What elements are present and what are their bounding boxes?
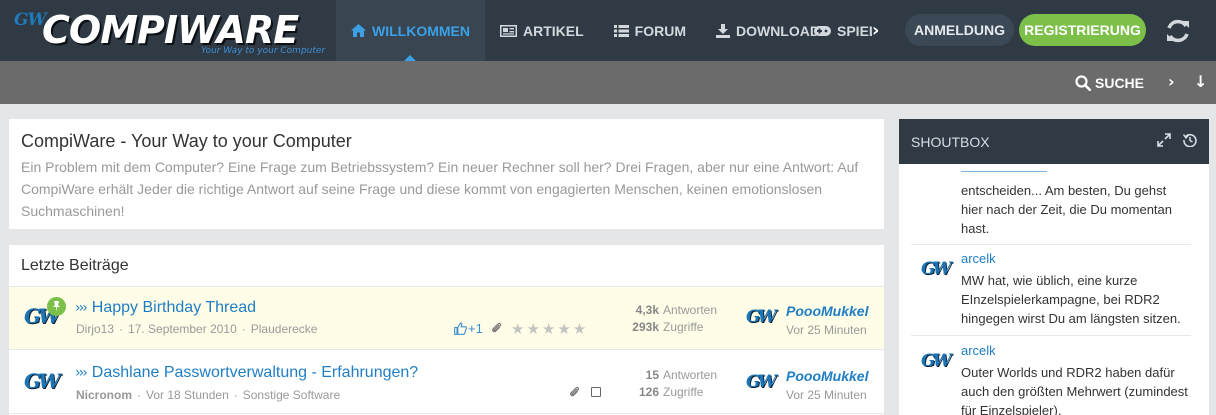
search-icon (1075, 74, 1091, 91)
chevron-right-icon[interactable]: › (1168, 72, 1175, 91)
main-navigation: Willkommen Artikel Forum Downloads (336, 0, 844, 61)
nav-label: Artikel (522, 22, 584, 39)
avatar[interactable]: GW (744, 368, 778, 402)
sub-navigation-bar: Suche › ↓ (0, 61, 1216, 104)
like-counter[interactable]: +1 (454, 321, 483, 336)
site-logo[interactable]: GW COMPIWARE Your Way to your Computer (8, 4, 326, 58)
divider (911, 244, 1191, 245)
history-icon[interactable] (1182, 133, 1197, 150)
register-button[interactable]: Registrierung (1019, 14, 1146, 46)
avatar[interactable]: GW (919, 255, 952, 287)
thread-forum[interactable]: Sonstige Software (243, 388, 340, 402)
views-label: Zugriffe (663, 320, 704, 334)
shout-message: GW arcelk Outer Worlds und RDR2 haben da… (911, 343, 1191, 415)
nav-scroll-right-icon[interactable]: › (872, 20, 879, 41)
search-button[interactable]: Suche (1075, 61, 1144, 104)
thread-title[interactable]: ››› Dashlane Passwortverwaltung - Erfahru… (75, 364, 418, 382)
replies-count: 15 (645, 368, 659, 382)
last-post-user[interactable]: PoooMukkel (786, 303, 868, 319)
welcome-title: CompiWare - Your Way to your Computer (21, 131, 352, 151)
shoutbox: Shoutbox entscheiden... Am besten, Du ge… (899, 119, 1209, 415)
newspaper-icon (499, 24, 517, 37)
home-icon (351, 24, 366, 37)
last-post-time[interactable]: Vor 25 Minuten (786, 323, 867, 337)
nav-label: Spiele (837, 22, 872, 39)
welcome-text: Ein Problem mit dem Computer? Eine Frage… (21, 159, 859, 219)
thread-title-text: Happy Birthday Thread (91, 299, 257, 316)
top-navigation-bar: GW COMPIWARE Your Way to your Computer W… (0, 0, 1216, 61)
nav-item-spiele[interactable]: Spiele (812, 0, 872, 61)
shout-text: entscheiden... Am besten, Du gehst hier … (961, 183, 1172, 236)
thumbs-up-icon (454, 322, 467, 335)
shout-message: GW arcelk MW hat, wie üblich, eine kurze… (911, 251, 1191, 331)
list-icon (613, 24, 629, 37)
replies-label: Antworten (663, 368, 718, 382)
shout-message: entscheiden... Am besten, Du gehst hier … (911, 164, 1191, 242)
welcome-box: CompiWare - Your Way to your Computer Ei… (9, 119, 884, 229)
shoutbox-title: Shoutbox (911, 134, 990, 150)
views-count: 126 (638, 385, 659, 399)
nav-item-forum[interactable]: Forum (599, 0, 701, 61)
gamepad-icon (814, 25, 831, 36)
thread-meta: Nicronom · Vor 18 Stunden · Sonstige Softwar… (76, 388, 341, 402)
nav-overflow-clip: Spiele (812, 0, 872, 61)
last-post-user[interactable]: PoooMukkel (786, 368, 868, 384)
nav-label: Willkommen (372, 22, 470, 39)
logo-monogram: GW (14, 10, 47, 30)
nav-item-willkommen[interactable]: Willkommen (336, 0, 485, 61)
thread-meta: Dirjo13 · 17. September 2010 · Plauderecke (76, 322, 318, 336)
logo-tagline: Your Way to your Computer (201, 46, 326, 56)
mark-read-checkbox[interactable] (591, 387, 601, 397)
rating-stars[interactable]: ★★★★★ (511, 320, 588, 338)
thread-row: GW ››› Happy Birthday Thread Dirjo13 · 17. … (9, 287, 884, 350)
divider (911, 335, 1191, 336)
shout-author[interactable]: arcelk (961, 251, 996, 266)
shout-text: MW hat, wie üblich, eine kurze EInzelspi… (961, 273, 1181, 326)
thread-chevrons: ››› (75, 365, 88, 381)
avatar[interactable]: GW (22, 365, 61, 399)
thread-title-text: Dashlane Passwortverwaltung - Erfahrunge… (91, 364, 419, 381)
pin-icon (47, 297, 66, 316)
attachment-icon (569, 385, 580, 402)
nav-item-artikel[interactable]: Artikel (485, 0, 599, 61)
views-label: Zugriffe (663, 385, 704, 399)
attachment-icon (491, 321, 502, 338)
thread-date: 17. September 2010 (128, 322, 237, 336)
thread-row: GW ››› Dashlane Passwortverwaltung - Erfa… (9, 351, 884, 414)
expand-icon[interactable] (1157, 133, 1171, 150)
thread-chevrons: ››› (75, 300, 88, 316)
search-label: Suche (1095, 74, 1145, 91)
arrow-down-icon[interactable]: ↓ (1194, 72, 1207, 91)
shout-text: Outer Worlds und RDR2 haben dafür auch d… (961, 365, 1188, 415)
replies-count: 4,3k (635, 303, 659, 317)
thread-author[interactable]: Nicronom (76, 388, 132, 402)
shout-author[interactable]: arcelk (961, 343, 996, 358)
download-icon (715, 23, 730, 38)
login-button[interactable]: Anmeldung (905, 14, 1014, 46)
replies-label: Antworten (663, 303, 718, 317)
avatar[interactable]: GW (919, 347, 952, 379)
latest-posts-box: Letzte Beiträge GW ››› Happy Birthday Thr… (9, 245, 884, 415)
last-post-time[interactable]: Vor 25 Minuten (786, 388, 867, 402)
avatar[interactable]: GW (744, 303, 778, 337)
latest-posts-heading: Letzte Beiträge (9, 245, 884, 287)
thread-author[interactable]: Dirjo13 (76, 322, 114, 336)
shoutbox-header: Shoutbox (899, 119, 1209, 164)
sync-icon[interactable] (1164, 17, 1192, 45)
thread-title[interactable]: ››› Happy Birthday Thread (75, 299, 256, 317)
thread-forum[interactable]: Plauderecke (251, 322, 318, 336)
thread-date: Vor 18 Stunden (146, 388, 229, 402)
scrolled-link-fragment (961, 171, 1047, 172)
nav-label: Forum (634, 22, 686, 39)
like-count: +1 (468, 321, 483, 336)
views-count: 293k (632, 320, 659, 334)
